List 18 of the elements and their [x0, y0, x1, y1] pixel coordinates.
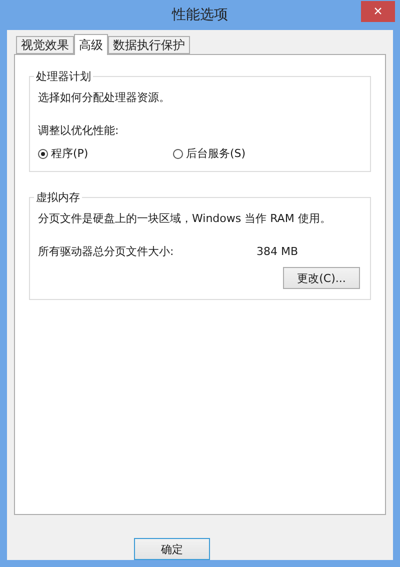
tab[interactable]: 高级 [74, 34, 108, 55]
group-title: 虚拟内存 [35, 190, 81, 205]
radio-label: 后台服务(S) [186, 146, 246, 161]
radio-label: 程序(P) [51, 146, 88, 161]
ok-button[interactable]: 确定 [134, 538, 210, 560]
window-title: 性能选项 [172, 6, 228, 24]
description-text: 选择如何分配处理器资源。 [38, 90, 171, 105]
tab[interactable]: 数据执行保护 [108, 36, 190, 54]
radio-option[interactable]: 后台服务(S) [173, 146, 308, 161]
change-button[interactable]: 更改(C)... [283, 267, 360, 289]
group-title: 处理器计划 [35, 69, 92, 84]
description-text: 分页文件是硬盘上的一块区域，Windows 当作 RAM 使用。 [38, 211, 332, 226]
close-button[interactable]: × [361, 1, 395, 22]
total-size-value: 384 MB [256, 245, 298, 258]
tab[interactable]: 视觉效果 [16, 36, 74, 54]
adjust-label: 调整以优化性能: [38, 123, 120, 138]
radio-option[interactable]: 程序(P) [38, 146, 173, 161]
total-size-label: 所有驱动器总分页文件大小: [38, 244, 174, 259]
